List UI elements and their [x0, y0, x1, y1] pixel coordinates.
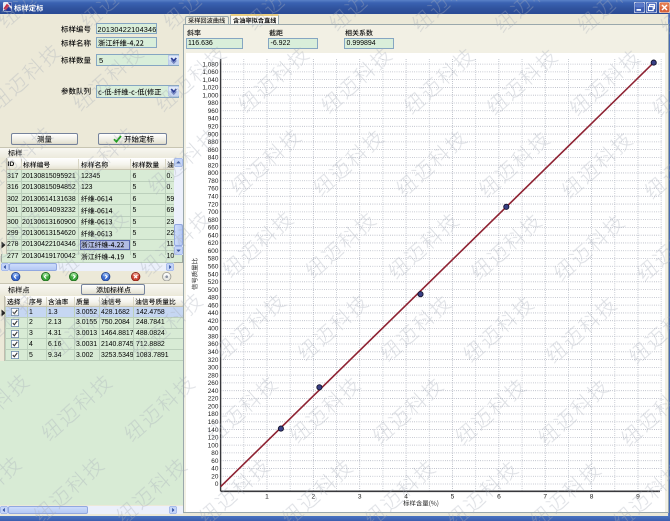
svg-text:1,080: 1,080: [202, 61, 218, 68]
svg-text:2: 2: [311, 494, 315, 501]
svg-text:240: 240: [208, 388, 219, 395]
svg-text:600: 600: [208, 248, 219, 255]
svg-text:160: 160: [208, 419, 219, 426]
svg-text:940: 940: [208, 116, 219, 123]
svg-text:260: 260: [208, 380, 219, 387]
svg-text:6: 6: [497, 494, 501, 501]
svg-text:720: 720: [208, 201, 219, 208]
svg-text:860: 860: [208, 147, 219, 154]
svg-text:80: 80: [211, 450, 219, 457]
svg-text:760: 760: [208, 186, 219, 193]
svg-text:8: 8: [590, 494, 594, 501]
svg-text:880: 880: [208, 139, 219, 146]
svg-text:3: 3: [358, 494, 362, 501]
svg-text:100: 100: [208, 442, 219, 449]
svg-text:580: 580: [208, 256, 219, 263]
svg-text:840: 840: [208, 155, 219, 162]
svg-text:700: 700: [208, 209, 219, 216]
svg-text:420: 420: [208, 318, 219, 325]
svg-text:400: 400: [208, 326, 219, 333]
svg-text:540: 540: [208, 271, 219, 278]
svg-text:460: 460: [208, 302, 219, 309]
svg-text:1: 1: [265, 494, 269, 501]
svg-text:20: 20: [211, 473, 219, 480]
svg-text:820: 820: [208, 162, 219, 169]
svg-text:360: 360: [208, 341, 219, 348]
svg-text:900: 900: [208, 131, 219, 138]
svg-text:120: 120: [208, 435, 219, 442]
svg-text:280: 280: [208, 372, 219, 379]
svg-text:1,020: 1,020: [202, 85, 218, 92]
svg-text:500: 500: [208, 287, 219, 294]
svg-text:140: 140: [208, 427, 219, 434]
svg-text:520: 520: [208, 279, 219, 286]
svg-text:660: 660: [208, 225, 219, 232]
svg-text:9: 9: [636, 494, 640, 501]
svg-text:1,060: 1,060: [202, 69, 218, 76]
svg-text:640: 640: [208, 232, 219, 239]
svg-text:800: 800: [208, 170, 219, 177]
svg-text:440: 440: [208, 310, 219, 317]
svg-text:780: 780: [208, 178, 219, 185]
svg-text:40: 40: [211, 466, 219, 473]
svg-text:980: 980: [208, 100, 219, 107]
svg-text:560: 560: [208, 263, 219, 270]
svg-text:340: 340: [208, 349, 219, 356]
svg-text:1,040: 1,040: [202, 77, 218, 84]
svg-text:620: 620: [208, 240, 219, 247]
svg-text:60: 60: [211, 458, 219, 465]
svg-text:320: 320: [208, 357, 219, 364]
svg-text:1,000: 1,000: [202, 92, 218, 99]
svg-text:740: 740: [208, 193, 219, 200]
svg-text:220: 220: [208, 396, 219, 403]
svg-text:0: 0: [215, 481, 219, 488]
svg-text:680: 680: [208, 217, 219, 224]
svg-text:4: 4: [404, 494, 408, 501]
svg-text:5: 5: [451, 494, 455, 501]
svg-text:180: 180: [208, 411, 219, 418]
svg-text:920: 920: [208, 124, 219, 131]
svg-text:300: 300: [208, 365, 219, 372]
svg-text:480: 480: [208, 295, 219, 302]
svg-text:380: 380: [208, 333, 219, 340]
svg-text:960: 960: [208, 108, 219, 115]
svg-text:200: 200: [208, 403, 219, 410]
svg-text:7: 7: [543, 494, 547, 501]
